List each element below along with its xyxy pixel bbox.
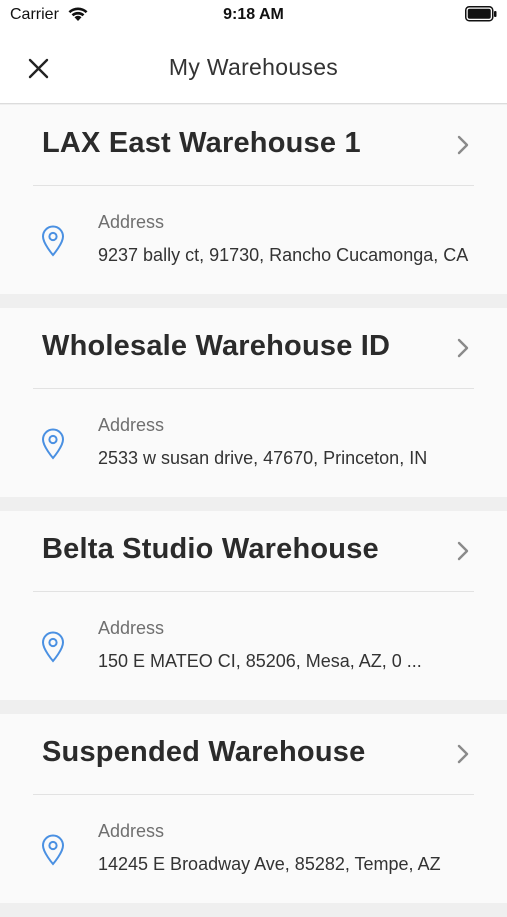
status-bar: Carrier 9:18 AM [0,0,507,30]
warehouse-name: Wholesale Warehouse ID [42,330,391,362]
divider [33,388,474,389]
warehouse-card[interactable]: Suspended Warehouse Address 14245 E Broa… [0,714,507,903]
warehouse-card[interactable]: Wholesale Warehouse ID Address 2533 w su… [0,308,507,497]
location-pin-icon [41,834,65,866]
chevron-right-icon [457,135,469,155]
chevron-right-icon [457,541,469,561]
address-value: 14245 E Broadway Ave, 85282, Tempe, AZ [98,854,441,874]
chevron-right-icon [457,744,469,764]
divider [33,591,474,592]
location-pin-icon [41,631,65,663]
chevron-right-icon [457,338,469,358]
address-label: Address [98,212,165,232]
address-label: Address [98,415,165,435]
warehouse-card[interactable]: LAX East Warehouse 1 Address 9237 bally … [0,105,507,294]
warehouse-card[interactable]: Belta Studio Warehouse Address 150 E MAT… [0,511,507,700]
warehouse-name: LAX East Warehouse 1 [42,127,361,159]
status-time: 9:18 AM [223,6,284,23]
warehouse-name: Belta Studio Warehouse [42,533,379,565]
location-pin-icon [41,225,65,257]
divider [33,794,474,795]
divider [33,185,474,186]
address-value: 150 E MATEO CI, 85206, Mesa, AZ, 0 ... [98,651,422,671]
warehouse-list: LAX East Warehouse 1 Address 9237 bally … [0,105,507,917]
address-value: 2533 w susan drive, 47670, Princeton, IN [98,448,428,468]
address-value: 9237 bally ct, 91730, Rancho Cucamonga, … [98,245,469,265]
location-pin-icon [41,428,65,460]
battery-icon [465,6,497,27]
nav-bar: My Warehouses [0,30,507,104]
address-label: Address [98,618,165,638]
warehouse-name: Suspended Warehouse [42,736,366,768]
address-label: Address [98,821,165,841]
page-title: My Warehouses [168,54,339,80]
